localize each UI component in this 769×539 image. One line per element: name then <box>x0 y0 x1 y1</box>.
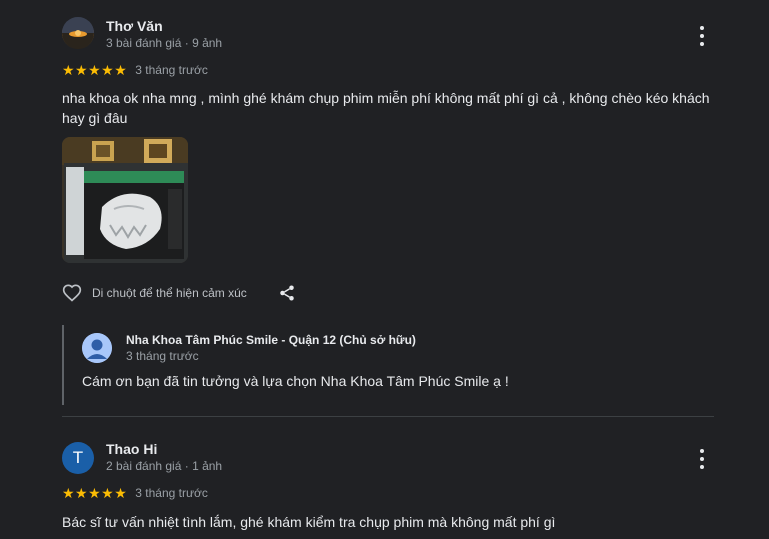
review-time: 3 tháng trước <box>135 486 208 500</box>
owner-name: Nha Khoa Tâm Phúc Smile - Quận 12 (Chủ s… <box>126 333 416 347</box>
more-options-button[interactable] <box>695 449 709 469</box>
reviewer-name[interactable]: Thơ Văn <box>106 18 163 34</box>
rating-row: ★★★★★ 3 tháng trước <box>62 62 208 78</box>
owner-reply-text: Cám ơn bạn đã tin tưởng và lựa chọn Nha … <box>82 373 509 389</box>
more-vert-icon <box>700 449 704 453</box>
react-hint: Di chuột để thể hiện cảm xúc <box>92 286 247 300</box>
reviewer-avatar[interactable] <box>62 17 94 49</box>
star-rating: ★★★★★ <box>62 484 128 501</box>
rating-row: ★★★★★ 3 tháng trước <box>62 485 208 501</box>
reviewer-name[interactable]: Thao Hi <box>106 441 157 457</box>
more-vert-icon <box>700 26 704 30</box>
review-actions: Di chuột để thể hiện cảm xúc <box>62 283 247 303</box>
heart-outline-icon[interactable] <box>62 283 82 303</box>
dental-xray-photo-icon <box>62 137 188 263</box>
owner-reply-time: 3 tháng trước <box>126 349 199 363</box>
share-button[interactable] <box>278 284 296 302</box>
sunset-photo-icon <box>62 17 94 49</box>
more-options-button[interactable] <box>695 26 709 46</box>
review-time: 3 tháng trước <box>135 63 208 77</box>
reviewer-meta: 3 bài đánh giá · 9 ảnh <box>106 36 223 50</box>
owner-avatar <box>82 333 112 363</box>
review-text: Bác sĩ tư vấn nhiệt tình lắm, ghé khám k… <box>62 514 556 530</box>
reviewer-avatar[interactable]: T <box>62 442 94 474</box>
reviewer-meta: 2 bài đánh giá · 1 ảnh <box>106 459 223 473</box>
owner-reply: Nha Khoa Tâm Phúc Smile - Quận 12 (Chủ s… <box>62 325 724 405</box>
review-divider <box>62 416 714 417</box>
review-text: nha khoa ok nha mng , mình ghé khám chụp… <box>62 90 710 126</box>
review-photo[interactable] <box>62 137 188 263</box>
star-rating: ★★★★★ <box>62 61 128 78</box>
share-icon <box>280 285 294 301</box>
account-icon <box>82 333 112 363</box>
